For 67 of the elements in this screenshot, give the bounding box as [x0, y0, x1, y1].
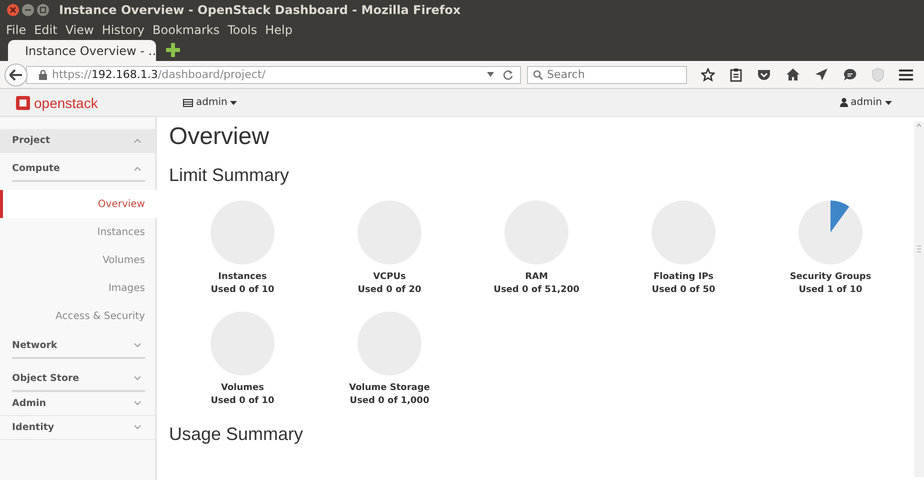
search-icon	[533, 70, 543, 80]
chevron-up-icon	[134, 166, 141, 171]
pie-chart	[798, 200, 863, 265]
sidebar-group[interactable]: Object Store	[12, 367, 145, 392]
sidebar-group[interactable]: Compute	[12, 157, 145, 182]
chevron-up-icon	[134, 138, 141, 143]
quota-name: Instances	[218, 271, 267, 284]
user-icon	[840, 98, 848, 107]
menu-item[interactable]: Tools	[224, 22, 262, 36]
maximize-icon[interactable]	[37, 4, 49, 16]
sidebar-section[interactable]: Project	[0, 129, 155, 153]
quota-usage: Used 0 of 20	[358, 284, 422, 297]
star-icon[interactable]	[701, 68, 715, 82]
quota-usage: Used 0 of 50	[652, 284, 716, 297]
quota-usage: Used 0 of 10	[210, 395, 274, 408]
chevron-down-icon	[134, 401, 141, 406]
sidebar-group[interactable]: Network	[12, 334, 145, 359]
chevron-down-icon	[134, 425, 141, 430]
quota-name: Volume Storage	[349, 382, 430, 395]
server-icon	[183, 98, 193, 106]
chat-icon[interactable]	[843, 68, 857, 82]
quota-usage: Used 0 of 10	[210, 284, 274, 297]
paper-plane-icon[interactable]	[815, 68, 828, 81]
new-tab-icon[interactable]	[166, 43, 180, 57]
page-title: Overview	[169, 123, 270, 151]
quota-name: Volumes	[221, 382, 264, 395]
menu-icon[interactable]	[899, 68, 913, 80]
quota-usage: Used 0 of 51,200	[494, 284, 580, 297]
quota-usage: Used 1 of 10	[798, 284, 862, 297]
caret-icon	[885, 100, 892, 104]
quota-name: RAM	[525, 271, 548, 284]
user-dropdown[interactable]: admin	[840, 97, 892, 108]
search-field[interactable]: Search	[527, 66, 687, 84]
sidebar-item[interactable]: Overview	[0, 190, 157, 218]
pocket-icon[interactable]	[757, 68, 771, 80]
section-title: Usage Summary	[169, 424, 304, 445]
dropdown-icon[interactable]	[487, 72, 494, 77]
logo-icon	[16, 96, 30, 110]
section-title: Limit Summary	[169, 165, 290, 186]
quota-name: Floating IPs	[653, 271, 714, 284]
reload-icon[interactable]	[503, 70, 513, 80]
window-title: Instance Overview - OpenStack Dashboard - Mozilla Firefox	[59, 3, 461, 17]
quota-name: VCPUs	[373, 271, 406, 284]
menu-item[interactable]: File	[2, 22, 30, 36]
close-icon[interactable]	[7, 4, 19, 16]
lock-icon	[39, 70, 47, 80]
clipboard-icon[interactable]	[730, 68, 742, 82]
menu-item[interactable]: View	[61, 22, 98, 36]
menu-item[interactable]: History	[98, 22, 149, 36]
minimize-icon[interactable]	[22, 4, 34, 16]
caret-icon	[230, 100, 238, 104]
logo-text: openstack	[34, 94, 98, 110]
menu-item[interactable]: Bookmarks	[148, 22, 224, 36]
project-dropdown[interactable]: admin	[183, 97, 238, 108]
back-icon[interactable]	[4, 62, 28, 86]
scrollbar[interactable]	[914, 121, 924, 477]
home-icon[interactable]	[786, 68, 800, 81]
address-field[interactable]: https://192.168.1.3/dashboard/project/	[26, 66, 521, 84]
quota-usage: Used 0 of 1,000	[350, 395, 430, 408]
chevron-down-icon	[134, 343, 141, 348]
sidebar-section[interactable]: Admin	[0, 392, 155, 416]
url-text: https://192.168.1.3/dashboard/project/	[52, 68, 266, 81]
menu-item[interactable]: Help	[261, 22, 296, 36]
quota-name: Security Groups	[790, 271, 872, 284]
chevron-down-icon	[134, 376, 141, 381]
menu-item[interactable]: Edit	[30, 22, 62, 36]
sidebar-section[interactable]: Identity	[0, 416, 155, 440]
